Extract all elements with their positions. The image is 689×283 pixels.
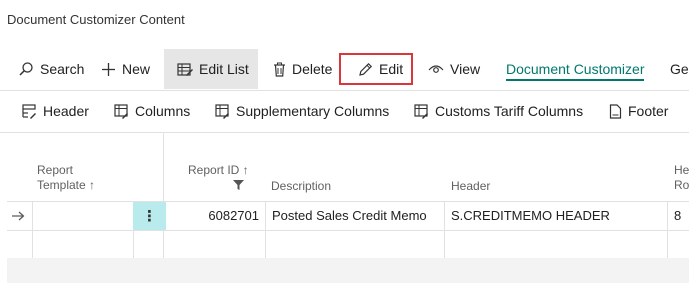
filter-icon[interactable]: [233, 180, 244, 190]
column-divider: [32, 202, 33, 258]
header-rows-cell[interactable]: 8: [674, 202, 681, 230]
arrow-right-icon: [12, 211, 25, 221]
data-grid: Report Template ↑ Report ID ↑ Descriptio…: [7, 132, 689, 283]
search-label: Search: [40, 61, 85, 77]
column-header-report-id[interactable]: Report ID ↑: [188, 163, 249, 178]
header-nav-button[interactable]: Header: [22, 90, 89, 132]
search-button[interactable]: Search: [18, 49, 84, 89]
columns-nav-label: Columns: [135, 103, 191, 119]
active-tab-underline: [506, 79, 644, 81]
column-header-header-rows[interactable]: He Ro: [674, 163, 689, 193]
column-divider: [163, 132, 164, 258]
row-actions-menu[interactable]: ⋮: [133, 202, 166, 230]
document-icon: [609, 103, 622, 119]
row-divider: [7, 230, 689, 231]
column-header-header[interactable]: Header: [451, 179, 490, 194]
column-header-report-template[interactable]: Report Template ↑: [37, 163, 95, 193]
supplementary-columns-nav-button[interactable]: Supplementary Columns: [215, 90, 389, 132]
report-id-cell[interactable]: 6082701: [167, 202, 259, 230]
column-header-label: Ro: [674, 178, 689, 192]
view-button[interactable]: View: [428, 49, 480, 89]
description-cell[interactable]: Posted Sales Credit Memo: [272, 202, 427, 230]
more-vertical-icon: ⋮: [142, 208, 157, 225]
column-divider: [667, 202, 668, 258]
footer-nav-label: Footer: [628, 103, 669, 119]
edit-list-label: Edit List: [199, 61, 249, 77]
column-divider: [265, 202, 266, 258]
edit-list-button[interactable]: Edit List: [164, 49, 258, 89]
view-label: View: [450, 61, 481, 77]
navigation-bar: Header Columns Supplementary Columns Cus…: [0, 90, 689, 132]
column-header-label: Template ↑: [37, 178, 96, 192]
grid-footer-area: [7, 258, 689, 283]
columns-icon: [114, 103, 128, 119]
overflow-action-label: Ge: [670, 61, 689, 77]
edit-button[interactable]: Edit: [339, 53, 413, 85]
trash-icon: [274, 62, 285, 77]
column-header-label: He: [674, 163, 689, 177]
header-icon: [22, 103, 36, 119]
delete-button[interactable]: Delete: [273, 49, 332, 89]
header-nav-label: Header: [43, 103, 89, 119]
delete-label: Delete: [292, 61, 333, 77]
column-header-label: Report ID ↑: [188, 163, 249, 177]
report-template-cell[interactable]: [37, 202, 131, 230]
edit-list-icon: [177, 62, 193, 76]
header-cell[interactable]: S.CREDITMEMO HEADER: [451, 202, 610, 230]
column-divider: [444, 202, 445, 258]
page-title: Document Customizer Content: [7, 12, 185, 27]
new-button[interactable]: New: [101, 49, 150, 89]
columns-icon: [215, 103, 229, 119]
new-label: New: [122, 61, 151, 77]
column-header-label: Report: [37, 163, 74, 177]
search-icon: [19, 62, 33, 76]
overflow-action-tab[interactable]: Ge: [670, 49, 689, 89]
columns-nav-button[interactable]: Columns: [114, 90, 190, 132]
supplementary-columns-nav-label: Supplementary Columns: [236, 103, 390, 119]
customs-tariff-columns-nav-button[interactable]: Customs Tariff Columns: [414, 90, 583, 132]
customs-tariff-columns-nav-label: Customs Tariff Columns: [435, 103, 584, 119]
document-customizer-label: Document Customizer: [506, 61, 645, 77]
columns-icon: [414, 103, 428, 119]
divider: [0, 90, 689, 91]
eye-icon: [428, 65, 444, 73]
action-bar: Search New Edit List Delete Edit View Do…: [0, 49, 689, 89]
footer-nav-button[interactable]: Footer: [609, 90, 668, 132]
plus-icon: [102, 62, 115, 76]
pencil-icon: [359, 62, 373, 76]
column-header-description[interactable]: Description: [271, 179, 331, 194]
edit-label: Edit: [379, 61, 404, 77]
document-customizer-tab[interactable]: Document Customizer: [506, 49, 645, 89]
